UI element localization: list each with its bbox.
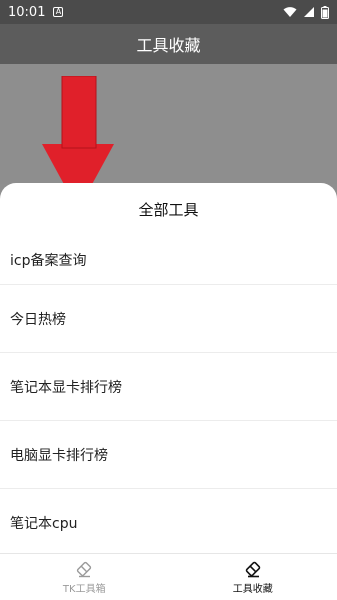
tool-item-label: icp备案查询 [10, 252, 87, 269]
eraser-icon [245, 561, 260, 577]
eraser-icon [77, 561, 92, 577]
sheet-title: 全部工具 [138, 200, 199, 219]
bottom-nav: TK工具箱 工具收藏 [0, 553, 337, 600]
tab-tk-toolbox[interactable]: TK工具箱 [0, 554, 169, 600]
battery-icon [321, 5, 329, 19]
wifi-icon [283, 7, 297, 17]
tool-item-pc-gpu-rank[interactable]: 电脑显卡排行榜 [0, 421, 337, 489]
tool-item-label: 电脑显卡排行榜 [10, 447, 108, 464]
all-tools-sheet: 全部工具 icp备案查询 今日热榜 笔记本显卡排行榜 电脑显卡排行榜 笔记本cp… [0, 183, 337, 553]
tool-list: icp备案查询 今日热榜 笔记本显卡排行榜 电脑显卡排行榜 笔记本cpu [0, 235, 337, 553]
tool-item-label: 今日热榜 [10, 311, 66, 328]
tool-item-laptop-cpu[interactable]: 笔记本cpu [0, 489, 337, 553]
cellular-icon [304, 7, 314, 17]
status-time: 10:01 [8, 4, 46, 20]
tab-label: TK工具箱 [62, 583, 106, 595]
tool-item-label: 笔记本显卡排行榜 [10, 379, 122, 396]
tool-item-hot-list[interactable]: 今日热榜 [0, 285, 337, 353]
status-bar: 10:01 A [0, 0, 337, 24]
status-left: 10:01 A [8, 4, 64, 20]
tool-item-icp[interactable]: icp备案查询 [0, 235, 337, 285]
page-title: 工具收藏 [136, 36, 201, 55]
app-bar: 工具收藏 [0, 24, 337, 64]
tool-item-laptop-gpu-rank[interactable]: 笔记本显卡排行榜 [0, 353, 337, 421]
tab-label: 工具收藏 [232, 583, 273, 595]
tab-tool-favorites[interactable]: 工具收藏 [169, 554, 337, 600]
tool-item-label: 笔记本cpu [10, 515, 78, 532]
status-right [283, 5, 329, 19]
a-box-icon: A [53, 7, 64, 17]
